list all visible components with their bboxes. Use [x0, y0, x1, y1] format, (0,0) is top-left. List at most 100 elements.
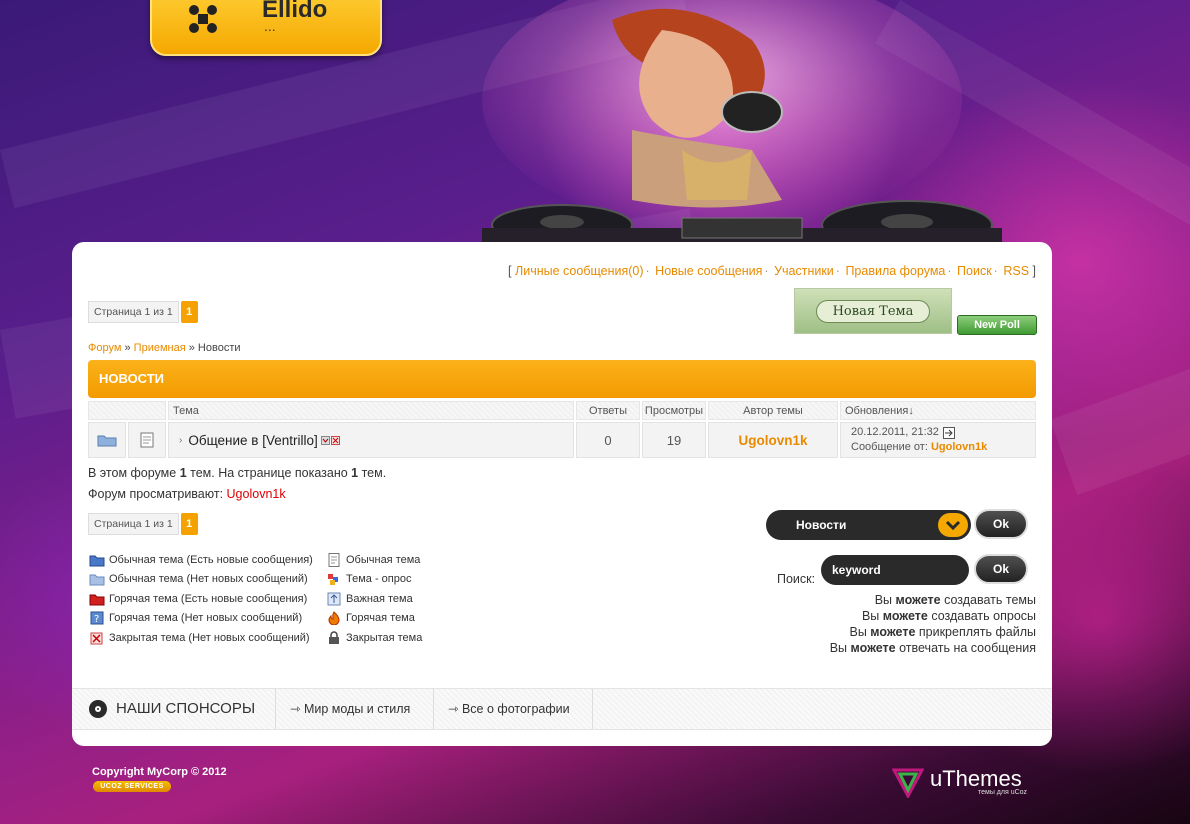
breadcrumb-forum[interactable]: Форум [88, 342, 121, 354]
topic-author-link[interactable]: Ugolovn1k [708, 422, 838, 458]
col-updated: Обновления↓ [840, 401, 1036, 420]
sponsors-bar: НАШИ СПОНСОРЫ ⇾ Мир моды и стиля ⇾ Все о… [72, 688, 1052, 730]
forum-title: НОВОСТИ [88, 360, 1036, 398]
folder-icon [89, 574, 105, 586]
link-search[interactable]: Поиск [957, 264, 992, 278]
permission-line: Вы можете создавать темы [874, 593, 1036, 607]
forum-jump-value: Новости [796, 518, 847, 532]
viewer-link[interactable]: Ugolovn1k [227, 487, 286, 501]
folder-new-icon [89, 555, 105, 567]
col-topic: Тема [168, 401, 574, 420]
legend-item: Закрытая тема (Нет новых сообщений) [89, 628, 313, 648]
topic-title-link[interactable]: Общение в [Ventrillo] [188, 433, 317, 448]
pager-bottom: Страница 1 из 1 1 [88, 513, 198, 535]
forum-jump-ok-button[interactable]: Ok [974, 509, 1028, 539]
last-post-label: Сообщение от: [851, 441, 928, 453]
pager-top: Страница 1 из 1 1 [88, 301, 198, 323]
go-to-last-post-icon[interactable] [942, 426, 955, 439]
sponsor-link-photo[interactable]: ⇾ Все о фотографии [433, 689, 593, 729]
logo-icon [189, 5, 217, 33]
breadcrumb-reception[interactable]: Приемная [134, 342, 186, 354]
topic-type-icon [128, 422, 166, 458]
forum-stats: В этом форуме 1 тем. На странице показан… [88, 463, 386, 505]
site-subtitle: ... [264, 18, 276, 34]
new-poll-button[interactable]: New Poll [957, 315, 1037, 335]
pager-info: Страница 1 из 1 [88, 513, 179, 535]
breadcrumb-current: Новости [197, 342, 241, 354]
arrow-right-icon: ⇾ [290, 702, 301, 716]
site-logo[interactable]: Ellido ... [150, 0, 382, 56]
link-new-messages[interactable]: Новые сообщения [655, 264, 762, 278]
question-icon: ? [90, 611, 104, 625]
legend-item: Горячая тема [326, 609, 422, 629]
vinyl-record-icon [89, 700, 107, 718]
permission-line: Вы можете отвечать на сообщения [829, 641, 1036, 655]
folder-hot-new-icon [89, 594, 105, 606]
user-menu: [ Личные сообщения(0) · Новые сообщения · … [508, 264, 1036, 278]
legend-item: Обычная тема (Есть новые сообщения) [89, 550, 313, 570]
poll-icon [328, 574, 338, 586]
table-row: › Общение в [Ventrillo] 0 19 Ugolovn1k 2… [88, 422, 1036, 458]
sponsor-link-fashion[interactable]: ⇾ Мир моды и стиля [275, 689, 433, 729]
topic-flags-icon [320, 436, 340, 445]
ucoz-badge[interactable]: UCOZ SERVICES [93, 781, 171, 792]
legend-item: Тема - опрос [326, 570, 422, 590]
uthemes-tagline: темы для uCoz [978, 789, 1028, 796]
pager-info: Страница 1 из 1 [88, 301, 179, 323]
chevron-right-icon: › [179, 434, 183, 446]
col-author: Автор темы [708, 401, 838, 420]
legend-item: ? Горячая тема (Нет новых сообщений) [89, 609, 313, 629]
legend-item: Закрытая тема [326, 628, 422, 648]
topics-table: Тема Ответы Просмотры Автор темы Обновле… [88, 401, 1036, 458]
search-ok-button[interactable]: Ok [974, 554, 1028, 584]
forum-jump-select[interactable]: Новости [766, 510, 971, 540]
link-rss[interactable]: RSS [1003, 264, 1029, 278]
topics-count-line: В этом форуме 1 тем. На странице показан… [88, 466, 387, 480]
permissions: Вы можете создавать темы Вы можете созда… [830, 592, 1036, 656]
new-topic-button[interactable]: Новая Тема [794, 288, 952, 334]
content-panel: [ Личные сообщения(0) · Новые сообщения · … [72, 242, 1052, 746]
svg-text:?: ? [94, 614, 99, 625]
pager-page-1[interactable]: 1 [180, 513, 198, 535]
lock-icon [329, 631, 339, 644]
folder-icon [97, 435, 117, 447]
sponsors-title: НАШИ СПОНСОРЫ [116, 700, 256, 717]
legend-right: Обычная тема Тема - опрос Важная тема Го… [326, 550, 422, 648]
col-replies: Ответы [576, 401, 640, 420]
col-icon [88, 401, 166, 420]
table-header: Тема Ответы Просмотры Автор темы Обновле… [88, 401, 1036, 420]
permission-line: Вы можете создавать опросы [861, 609, 1036, 623]
topic-cell: › Общение в [Ventrillo] [168, 422, 574, 458]
dj-illustration [482, 0, 1002, 242]
search-label: Поиск: [777, 572, 816, 586]
topic-replies: 0 [576, 422, 640, 458]
legend-item: Обычная тема (Нет новых сообщений) [89, 570, 313, 590]
col-views: Просмотры [642, 401, 706, 420]
uthemes-icon [892, 768, 924, 798]
pin-icon [327, 592, 341, 606]
fire-icon [328, 611, 340, 626]
search-input[interactable]: keyword [821, 555, 969, 585]
arrow-right-icon: ⇾ [448, 702, 459, 716]
legend-left: Обычная тема (Есть новые сообщения) Обыч… [89, 550, 313, 648]
bracket-open: [ [508, 264, 512, 278]
link-private-messages[interactable]: Личные сообщения(0) [515, 264, 644, 278]
viewers-line: Форум просматривают: Ugolovn1k [88, 487, 286, 501]
copyright: Copyright MyCorp © 2012 [92, 766, 227, 778]
topic-views: 19 [642, 422, 706, 458]
pager-page-1[interactable]: 1 [180, 301, 198, 323]
document-icon [328, 552, 340, 567]
permission-line: Вы можете прикреплять файлы [849, 625, 1036, 639]
last-post-user-link[interactable]: Ugolovn1k [931, 441, 987, 453]
closed-topic-icon [90, 632, 103, 645]
sponsors-title-wrap: НАШИ СПОНСОРЫ [88, 689, 255, 729]
bracket-close: ] [1032, 264, 1036, 278]
topic-updated-date: 20.12.2011, 21:32 [851, 426, 939, 438]
topic-updated: 20.12.2011, 21:32 Сообщение от: Ugolovn1… [840, 422, 1036, 458]
new-topic-label: Новая Тема [815, 299, 931, 323]
document-icon [140, 432, 154, 448]
uthemes-logo[interactable]: uThemes темы для uCoz [890, 764, 1035, 800]
legend-item: Обычная тема [326, 550, 422, 570]
link-forum-rules[interactable]: Правила форума [845, 264, 945, 278]
link-members[interactable]: Участники [774, 264, 834, 278]
